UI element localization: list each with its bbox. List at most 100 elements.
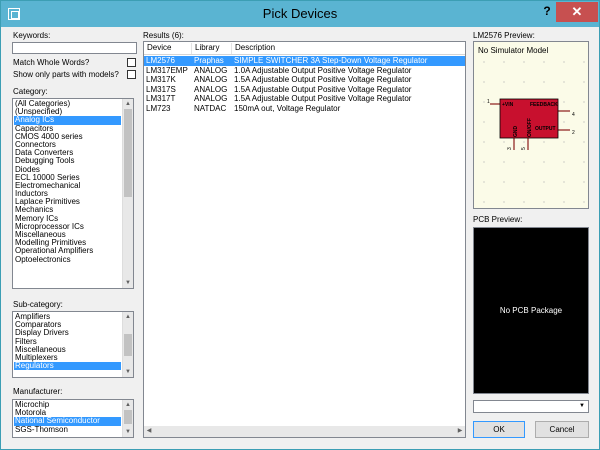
category-item[interactable]: Memory ICs bbox=[14, 215, 121, 223]
library-cell: ANALOG bbox=[194, 94, 228, 103]
package-dropdown[interactable]: ▼ bbox=[473, 400, 589, 413]
table-row[interactable]: LM317T ANALOG 1.5A Adjustable Output Posit… bbox=[144, 94, 465, 104]
pin-output-label: OUTPUT bbox=[535, 126, 556, 132]
category-item[interactable]: (All Categories) bbox=[14, 100, 121, 108]
description-cell: 1.5A Adjustable Output Positive Voltage … bbox=[234, 75, 412, 84]
scroll-down-icon[interactable]: ▼ bbox=[123, 278, 133, 288]
table-row[interactable]: LM317EMP ANALOG 1.0A Adjustable Output Pos… bbox=[144, 66, 465, 76]
subcategory-items: Amplifiers Comparators Display Drivers Filt… bbox=[14, 313, 121, 371]
subcategory-item[interactable]: Amplifiers bbox=[14, 313, 121, 321]
manufacturer-item[interactable]: National Semiconductor bbox=[14, 417, 121, 426]
scroll-up-icon[interactable]: ▲ bbox=[123, 312, 133, 322]
category-item[interactable]: Mechanics bbox=[14, 206, 121, 214]
scroll-down-icon[interactable]: ▼ bbox=[123, 427, 133, 437]
schematic-preview: +VIN FEEDBACK OUTPUT GND ON/OFF 1 4 2 3 … bbox=[483, 61, 585, 203]
results-label: Results (6): bbox=[143, 31, 184, 40]
category-item[interactable]: ECL 10000 Series bbox=[14, 174, 121, 182]
pin-number-5: 5 bbox=[521, 147, 527, 150]
description-cell: 1.5A Adjustable Output Positive Voltage … bbox=[234, 84, 412, 94]
show-only-models-checkbox[interactable] bbox=[127, 70, 136, 79]
pin-onoff-label: ON/OFF bbox=[527, 118, 533, 137]
manufacturer-label: Manufacturer: bbox=[13, 387, 63, 396]
subcategory-label: Sub-category: bbox=[13, 300, 63, 309]
cancel-button[interactable]: Cancel bbox=[535, 421, 589, 438]
library-cell: ANALOG bbox=[194, 84, 228, 94]
scroll-right-icon[interactable]: ▶ bbox=[455, 426, 465, 437]
category-item[interactable]: Electromechanical bbox=[14, 182, 121, 190]
category-item[interactable]: Debugging Tools bbox=[14, 157, 121, 165]
category-scrollbar[interactable]: ▲ ▼ bbox=[122, 99, 133, 288]
scroll-up-icon[interactable]: ▲ bbox=[123, 99, 133, 109]
category-item[interactable]: Microprocessor ICs bbox=[14, 223, 121, 231]
column-header-description[interactable]: Description bbox=[232, 43, 465, 54]
manufacturer-item[interactable]: Motorola bbox=[14, 409, 121, 417]
column-header-device[interactable]: Device bbox=[144, 43, 192, 54]
subcategory-item[interactable]: Display Drivers bbox=[14, 329, 121, 337]
manufacturer-list[interactable]: Microchip Motorola National Semiconductor S… bbox=[12, 399, 134, 438]
table-row[interactable]: LM723 NATDAC 150mA out, Voltage Regulator bbox=[144, 104, 465, 114]
sim-preview-label: LM2576 Preview: bbox=[473, 31, 535, 40]
scroll-thumb[interactable] bbox=[124, 334, 132, 356]
table-row[interactable]: LM317S ANALOG 1.5A Adjustable Output Posit… bbox=[144, 85, 465, 95]
pin-gnd-label: GND bbox=[513, 126, 519, 138]
manufacturer-items: Microchip Motorola National Semiconductor S… bbox=[14, 401, 121, 434]
subcategory-scrollbar[interactable]: ▲ ▼ bbox=[122, 312, 133, 377]
title-bar: Pick Devices ? ✕ bbox=[1, 1, 599, 27]
category-item[interactable]: Operational Amplifiers bbox=[14, 247, 121, 255]
subcategory-item[interactable]: Filters bbox=[14, 338, 121, 346]
scroll-left-icon[interactable]: ◀ bbox=[144, 426, 154, 437]
category-item[interactable]: Diodes bbox=[14, 166, 121, 174]
device-cell: LM317T bbox=[146, 94, 176, 103]
help-button[interactable]: ? bbox=[539, 4, 555, 22]
manufacturer-item[interactable]: Microchip bbox=[14, 401, 121, 409]
subcategory-item[interactable]: Comparators bbox=[14, 321, 121, 329]
category-item[interactable]: Data Converters bbox=[14, 149, 121, 157]
scroll-down-icon[interactable]: ▼ bbox=[123, 367, 133, 377]
category-item[interactable]: CMOS 4000 series bbox=[14, 133, 121, 141]
ok-button[interactable]: OK bbox=[473, 421, 525, 438]
pin-number-1: 1 bbox=[487, 99, 490, 105]
category-item[interactable]: Analog ICs bbox=[14, 116, 121, 125]
column-header-library[interactable]: Library bbox=[192, 43, 232, 54]
pin-number-2: 2 bbox=[572, 130, 575, 136]
keywords-input[interactable] bbox=[12, 42, 137, 54]
chevron-down-icon[interactable]: ▼ bbox=[577, 402, 587, 411]
category-item[interactable]: Capacitors bbox=[14, 125, 121, 133]
subcategory-list[interactable]: Amplifiers Comparators Display Drivers Filt… bbox=[12, 311, 134, 378]
category-item[interactable]: (Unspecified) bbox=[14, 108, 121, 116]
pin-feedback-label: FEEDBACK bbox=[530, 102, 558, 108]
category-item[interactable]: Miscellaneous bbox=[14, 231, 121, 239]
category-item[interactable]: Laplace Primitives bbox=[14, 198, 121, 206]
scroll-thumb[interactable] bbox=[124, 410, 132, 424]
results-header: Device Library Description bbox=[144, 42, 465, 55]
subcategory-item[interactable]: Multiplexers bbox=[14, 354, 121, 362]
manufacturer-scrollbar[interactable]: ▲ ▼ bbox=[122, 400, 133, 437]
no-pcb-package-text: No PCB Package bbox=[499, 306, 563, 315]
pick-devices-dialog: Pick Devices ? ✕ Keywords: Match Whole W… bbox=[0, 0, 600, 450]
category-item[interactable]: Connectors bbox=[14, 141, 121, 149]
category-list[interactable]: (All Categories) (Unspecified) Analog ICs C… bbox=[12, 98, 134, 289]
category-item[interactable]: Modelling Primitives bbox=[14, 239, 121, 247]
library-cell: ANALOG bbox=[194, 75, 228, 84]
table-row[interactable]: LM317K ANALOG 1.5A Adjustable Output Posit… bbox=[144, 75, 465, 85]
show-only-models-label: Show only parts with models? bbox=[13, 70, 119, 79]
library-cell: Praphas bbox=[194, 56, 224, 65]
results-table[interactable]: Device Library Description LM2576 Praphas… bbox=[143, 41, 466, 438]
category-label: Category: bbox=[13, 87, 48, 96]
device-cell: LM723 bbox=[146, 103, 171, 113]
match-whole-words-label: Match Whole Words? bbox=[13, 58, 90, 67]
manufacturer-item[interactable]: SGS-Thomson bbox=[14, 426, 121, 434]
close-button[interactable]: ✕ bbox=[556, 2, 598, 22]
description-cell: 1.0A Adjustable Output Positive Voltage … bbox=[234, 65, 412, 75]
scroll-up-icon[interactable]: ▲ bbox=[123, 400, 133, 410]
category-item[interactable]: Optoelectronics bbox=[14, 256, 121, 264]
device-cell: LM317K bbox=[146, 75, 176, 84]
table-row[interactable]: LM2576 Praphas SIMPLE SWITCHER 3A Step-Dow… bbox=[144, 56, 465, 66]
scroll-thumb[interactable] bbox=[124, 109, 132, 197]
category-item[interactable]: Inductors bbox=[14, 190, 121, 198]
match-whole-words-checkbox[interactable] bbox=[127, 58, 136, 67]
subcategory-item[interactable]: Regulators bbox=[14, 362, 121, 371]
results-hscrollbar[interactable]: ◀ ▶ bbox=[144, 426, 465, 437]
subcategory-item[interactable]: Miscellaneous bbox=[14, 346, 121, 354]
description-cell: 1.5A Adjustable Output Positive Voltage … bbox=[234, 94, 412, 103]
